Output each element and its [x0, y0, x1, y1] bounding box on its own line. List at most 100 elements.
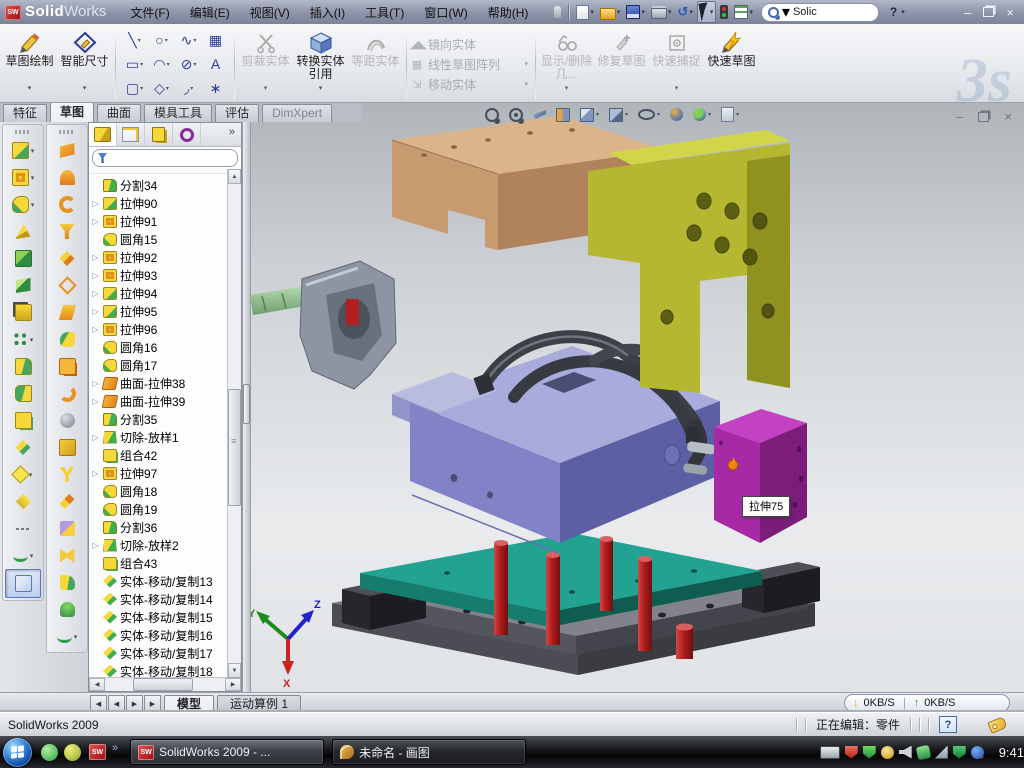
feature-tree-item[interactable]: 圆角15 — [91, 230, 227, 248]
tree-expander[interactable]: ▷ — [91, 271, 100, 280]
search-dropdown-arrow[interactable]: ▾ — [782, 2, 790, 22]
options-button[interactable]: ▾ — [732, 4, 755, 20]
feature-tree-item[interactable]: 实体-移动/复制15 — [91, 608, 227, 626]
sketch-tool-button[interactable]: ╲▾ — [121, 28, 148, 52]
display-delete-relations-button[interactable]: 显示/删除几... ▾ — [539, 26, 594, 102]
taskbar-task-button[interactable]: 未命名 - 画图 — [332, 739, 526, 765]
sketch-tool-button[interactable]: ⊘▾ — [175, 52, 202, 76]
surface-tool-button[interactable] — [47, 461, 87, 488]
view-tool-button[interactable] — [485, 108, 499, 122]
part-side-block[interactable] — [714, 409, 807, 543]
doc-close-button[interactable]: × — [1004, 109, 1012, 124]
panel-splitter[interactable] — [242, 122, 251, 692]
panel-overflow-chevron[interactable]: » — [223, 123, 241, 146]
tree-vertical-scrollbar[interactable]: ▲ ▼ — [227, 169, 241, 678]
rebuild-button[interactable] — [718, 4, 730, 20]
tag-icon[interactable] — [987, 716, 1007, 733]
tray-icon[interactable] — [953, 746, 966, 759]
feature-tree-item[interactable]: ▷ 切除-放样2 — [91, 536, 227, 554]
feature-tree-item[interactable]: ▷ 切除-放样1 — [91, 428, 227, 446]
splitter-grip[interactable] — [243, 384, 250, 424]
tree-expander[interactable]: ▷ — [91, 397, 100, 406]
menu-item[interactable]: 编辑(E) — [180, 1, 240, 24]
sketch-tool-button[interactable]: ◠▾ — [148, 52, 175, 76]
feature-tool-button[interactable]: ▾ — [3, 137, 43, 164]
close-button[interactable]: × — [1006, 5, 1014, 20]
scroll-down-button[interactable]: ▼ — [228, 663, 241, 678]
repair-sketch-button[interactable]: 修复草图 — [594, 26, 649, 102]
view-tool-button[interactable]: ▾ — [721, 107, 739, 122]
model-3d-view[interactable]: Y Z X — [242, 103, 1024, 692]
feature-tree-item[interactable]: ▷ 拉伸97 — [91, 464, 227, 482]
feature-tool-button[interactable] — [3, 245, 43, 272]
sketch-tool-button[interactable]: ◇▾ — [148, 76, 175, 100]
feature-tool-button[interactable] — [3, 218, 43, 245]
graphics-viewport[interactable]: Y Z X — [242, 103, 1024, 692]
feature-tool-button[interactable]: ▾ — [3, 191, 43, 218]
feature-tool-button[interactable] — [3, 434, 43, 461]
quick-launch-chevron[interactable]: » — [112, 742, 118, 754]
feature-tool-button[interactable] — [3, 515, 43, 542]
feature-tree-item[interactable]: 组合42 — [91, 446, 227, 464]
tray-icon[interactable] — [935, 746, 948, 759]
feature-tree-item[interactable]: 圆角18 — [91, 482, 227, 500]
tab-scroll-button[interactable]: ▶ — [144, 695, 161, 712]
feature-tree-item[interactable]: 组合43 — [91, 554, 227, 572]
surface-tool-button[interactable] — [47, 191, 87, 218]
help-button[interactable]: ?▾ — [885, 4, 907, 20]
tree-expander[interactable]: ▷ — [91, 379, 100, 388]
feature-tree-item[interactable]: 实体-移动/复制17 — [91, 644, 227, 662]
tree-filter-input[interactable] — [92, 149, 238, 167]
ribbon-tab[interactable]: 评估 — [215, 104, 259, 122]
feature-tree-item[interactable]: ▷ 曲面-拉伸39 — [91, 392, 227, 410]
search-box[interactable]: ▾ Solic — [761, 3, 879, 22]
feature-tree-item[interactable]: 实体-移动/复制18 — [91, 662, 227, 677]
view-tool-button[interactable]: ▾ — [638, 109, 660, 120]
quick-launch-solidworks-icon[interactable]: SW — [89, 744, 106, 760]
tab-scroll-button[interactable]: ◀ — [108, 695, 125, 712]
tree-expander[interactable]: ▷ — [91, 325, 100, 334]
surface-tool-button[interactable] — [47, 326, 87, 353]
feature-manager-tab[interactable] — [89, 123, 117, 146]
scroll-thumb[interactable] — [133, 678, 193, 691]
open-button[interactable]: ▾ — [598, 4, 623, 21]
tray-icon[interactable] — [915, 744, 930, 759]
surface-tool-button[interactable] — [47, 434, 87, 461]
surface-tool-button[interactable] — [47, 137, 87, 164]
surface-tool-button[interactable] — [47, 596, 87, 623]
sketch-tool-button[interactable]: ▦ — [202, 28, 229, 52]
ribbon-tab[interactable]: 曲面 — [97, 104, 141, 122]
rapid-sketch-button[interactable]: 快速草图 — [704, 26, 759, 102]
view-tool-button[interactable]: ▾ — [693, 108, 711, 121]
feature-tool-button[interactable] — [3, 407, 43, 434]
menu-item[interactable]: 帮助(H) — [478, 1, 539, 24]
taskbar-clock[interactable]: 9:41 — [999, 745, 1024, 760]
ribbon-tab[interactable]: DimXpert — [262, 104, 332, 122]
sketch-tool-button[interactable]: ▢▾ — [121, 76, 148, 100]
doc-minimize-button[interactable]: – — [956, 109, 963, 124]
surface-tool-button[interactable] — [47, 164, 87, 191]
save-button[interactable]: ▾ — [624, 4, 647, 20]
tray-icon[interactable] — [899, 746, 912, 759]
tree-expander[interactable]: ▷ — [91, 469, 100, 478]
dimxpert-manager-tab[interactable] — [173, 123, 201, 146]
tray-icon[interactable] — [820, 746, 840, 759]
restore-button[interactable] — [983, 7, 994, 17]
offset-entities-button[interactable]: 等距实体 — [348, 26, 403, 102]
menu-item[interactable]: 插入(I) — [300, 1, 355, 24]
feature-tool-button[interactable]: ▾ — [3, 164, 43, 191]
surface-tool-button[interactable] — [47, 272, 87, 299]
feature-tree-item[interactable]: ▷ 拉伸94 — [91, 284, 227, 302]
feature-tool-button[interactable]: ▾ — [3, 461, 43, 488]
tray-icon[interactable] — [881, 746, 894, 759]
view-tool-button[interactable] — [509, 108, 523, 122]
tree-expander[interactable]: ▷ — [91, 433, 100, 442]
quick-launch-messenger-icon[interactable] — [41, 744, 58, 761]
feature-tool-button[interactable]: ▾ — [3, 542, 43, 569]
feature-tree-item[interactable]: 分割35 — [91, 410, 227, 428]
view-tool-button[interactable] — [533, 110, 546, 119]
mirror-entities-button[interactable]: ◢◣镜向实体 — [410, 36, 532, 53]
surface-tool-button[interactable] — [47, 407, 87, 434]
model-tab[interactable]: 运动算例 1 — [217, 695, 301, 713]
pin-toolbar-button[interactable] — [552, 5, 563, 19]
